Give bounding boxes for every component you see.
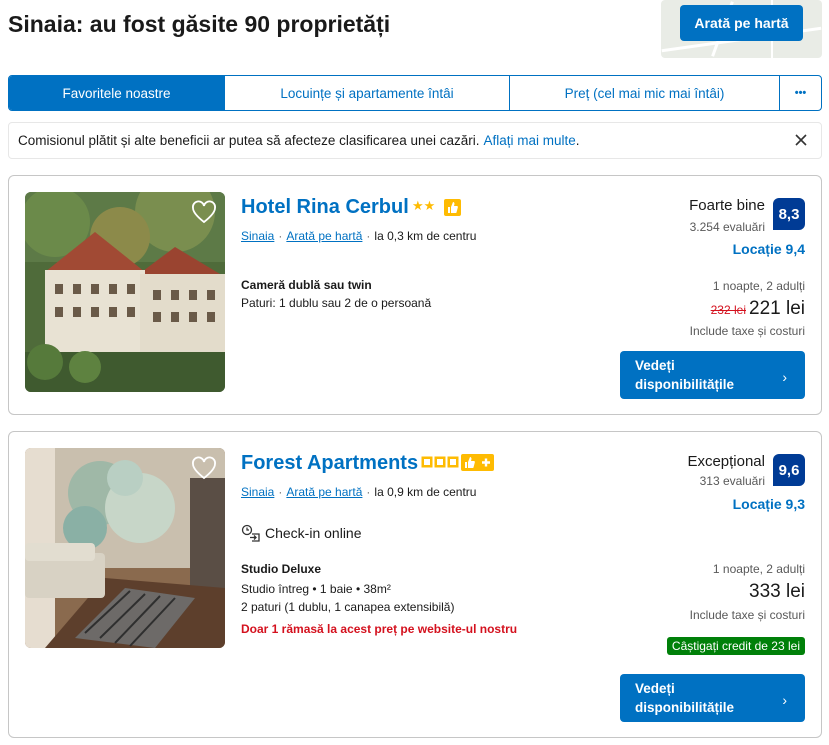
checkin-text: Check-in online bbox=[265, 525, 362, 541]
bed-info: 2 paturi (1 dublu, 1 canapea extensibilă… bbox=[241, 600, 455, 614]
stay-details: 1 noapte, 2 adulți bbox=[712, 279, 805, 293]
current-price: 221 lei bbox=[749, 298, 805, 319]
ranking-notice: Comisionul plătit și alte beneficii ar p… bbox=[8, 122, 822, 159]
more-sort-options-button[interactable]: ••• bbox=[780, 76, 821, 110]
see-availability-button[interactable]: Vedeți disponibilitățile › bbox=[620, 674, 805, 722]
show-on-map-link[interactable]: Arată pe hartă bbox=[286, 229, 362, 243]
property-name-link[interactable]: Forest Apartments bbox=[241, 452, 418, 475]
property-photo[interactable] bbox=[25, 192, 225, 392]
property-name-link[interactable]: Hotel Rina Cerbul bbox=[241, 196, 409, 219]
learn-more-link[interactable]: Aflați mai multe bbox=[484, 133, 576, 148]
taxes-note: Include taxe și costuri bbox=[689, 608, 805, 622]
notice-period: . bbox=[575, 133, 580, 148]
chevron-right-icon: › bbox=[782, 692, 787, 708]
clock-checkin-icon bbox=[241, 524, 260, 542]
tab-homes-apartments-first[interactable]: Locuințe și apartamente întâi bbox=[225, 76, 510, 110]
tab-price-lowest-first[interactable]: Preț (cel mai mic mai întâi) bbox=[510, 76, 780, 110]
online-checkin: Check-in online bbox=[241, 524, 362, 542]
review-count: 3.254 evaluări bbox=[689, 220, 765, 234]
location-score: Locație 9,3 bbox=[732, 496, 805, 512]
location-line: Sinaia · Arată pe hartă · la 0,9 km de centr… bbox=[241, 485, 477, 499]
rating-word: Excepțional bbox=[687, 453, 765, 470]
scarcity-message: Doar 1 rămasă la acest preț pe website-u… bbox=[241, 622, 518, 636]
page-title: Sinaia: au fost găsite 90 proprietăți bbox=[8, 11, 391, 37]
review-score[interactable]: 9,6 bbox=[773, 454, 805, 486]
distance-text: la 0,9 km de centru bbox=[374, 485, 477, 499]
results-header: Sinaia: au fost găsite 90 proprietăți Ar… bbox=[0, 0, 829, 70]
price-row: 232 lei 221 lei bbox=[711, 298, 805, 320]
bed-info: Paturi: 1 dublu sau 2 de o persoană bbox=[241, 296, 432, 310]
chevron-right-icon: › bbox=[782, 369, 787, 385]
stay-details: 1 noapte, 2 adulți bbox=[712, 562, 805, 576]
show-on-map-button[interactable]: Arată pe hartă bbox=[680, 5, 803, 41]
city-link[interactable]: Sinaia bbox=[241, 485, 274, 499]
see-availability-button[interactable]: Vedeți disponibilitățile › bbox=[620, 351, 805, 399]
room-title: Studio Deluxe bbox=[241, 562, 322, 576]
location-line: Sinaia · Arată pe hartă · la 0,3 km de centr… bbox=[241, 229, 477, 243]
close-icon[interactable] bbox=[793, 132, 809, 148]
heart-icon[interactable] bbox=[191, 200, 217, 226]
credit-badge: Câștigați credit de 23 lei bbox=[666, 637, 805, 655]
thumbs-up-plus-icon bbox=[461, 454, 494, 471]
cta-line1: Vedeți bbox=[635, 681, 675, 696]
taxes-note: Include taxe și costuri bbox=[689, 324, 805, 338]
review-count: 313 evaluări bbox=[699, 474, 765, 488]
location-score: Locație 9,4 bbox=[732, 241, 805, 257]
cta-line2: disponibilitățile bbox=[635, 700, 735, 715]
rating-word: Foarte bine bbox=[689, 197, 765, 214]
star-rating: ★★ bbox=[412, 198, 436, 213]
tab-our-favourites[interactable]: Favoritele noastre bbox=[9, 76, 225, 110]
cta-line1: Vedeți bbox=[635, 358, 675, 373]
thumbs-up-icon bbox=[444, 199, 461, 216]
property-card: Forest Apartments Sinaia · Arată pe hartă ·… bbox=[8, 431, 822, 738]
heart-icon[interactable] bbox=[191, 456, 217, 482]
notice-text: Comisionul plătit și alte beneficii ar p… bbox=[18, 133, 480, 148]
city-link[interactable]: Sinaia bbox=[241, 229, 274, 243]
price-row: 333 lei bbox=[749, 581, 805, 603]
original-price: 232 lei bbox=[710, 303, 746, 317]
room-details: Studio întreg • 1 baie • 38m² bbox=[241, 582, 391, 596]
distance-text: la 0,3 km de centru bbox=[374, 229, 477, 243]
current-price: 333 lei bbox=[749, 581, 805, 602]
property-card: Hotel Rina Cerbul ★★ Sinaia · Arată pe har… bbox=[8, 175, 822, 415]
cta-line2: disponibilitățile bbox=[635, 377, 735, 392]
square-rating-icon bbox=[421, 456, 459, 468]
sort-tabs: Favoritele noastre Locuințe și apartamen… bbox=[8, 75, 822, 111]
property-photo[interactable] bbox=[25, 448, 225, 648]
review-score[interactable]: 8,3 bbox=[773, 198, 805, 230]
room-title: Cameră dublă sau twin bbox=[241, 278, 372, 292]
show-on-map-link[interactable]: Arată pe hartă bbox=[286, 485, 362, 499]
